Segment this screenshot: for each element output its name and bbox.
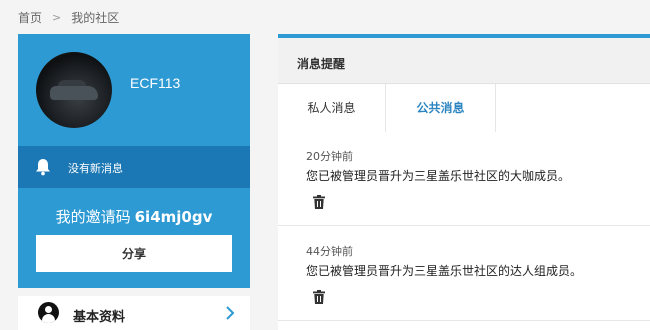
invite-code-line: 我的邀请码 6i4mj0gv [18,206,250,227]
share-button[interactable]: 分享 [36,235,232,272]
message-time: 44分钟前 [306,245,353,258]
tab-public-messages[interactable]: 公共消息 [386,84,496,132]
menu-item-label: 基本资料 [73,310,126,325]
messages-panel: 消息提醒 私人消息 公共消息 20分钟前 您已被管理员晋升为三星盖乐世社区的大咖… [278,34,650,330]
breadcrumb-current[interactable]: 我的社区 [71,9,119,26]
notification-status: 没有新消息 [68,162,123,175]
invite-code: 6i4mj0gv [134,208,213,226]
trash-icon[interactable] [313,290,325,304]
trash-icon[interactable] [313,195,325,209]
breadcrumb-separator: > [52,11,62,24]
breadcrumb-home-link[interactable]: 首页 [18,9,42,26]
tab-private-messages[interactable]: 私人消息 [278,84,386,132]
panel-header: 消息提醒 [278,38,650,84]
menu-item-basic-info[interactable]: 基本资料 [18,296,250,330]
person-icon [38,302,59,323]
panel-title: 消息提醒 [297,57,346,71]
invite-section: 我的邀请码 6i4mj0gv 分享 [18,188,250,288]
notification-bar[interactable]: 没有新消息 [18,146,250,188]
breadcrumb: 首页 > 我的社区 [18,9,119,26]
message-item: 44分钟前 您已被管理员晋升为三星盖乐世社区的达人组成员。 [278,227,650,321]
message-item: 20分钟前 您已被管理员晋升为三星盖乐世社区的大咖成员。 [278,132,650,226]
chevron-right-icon [226,306,235,320]
message-tabs: 私人消息 公共消息 [278,84,650,132]
user-sidebar: ECF113 没有新消息 我的邀请码 6i4mj0gv 分享 基本资料 [18,34,250,330]
profile-card: ECF113 [18,34,250,146]
message-text: 您已被管理员晋升为三星盖乐世社区的大咖成员。 [306,169,571,183]
avatar[interactable] [36,52,112,128]
message-time: 20分钟前 [306,150,353,163]
bell-icon [36,159,50,176]
message-text: 您已被管理员晋升为三星盖乐世社区的达人组成员。 [306,264,583,278]
username[interactable]: ECF113 [130,75,180,91]
invite-label: 我的邀请码 [55,208,131,226]
